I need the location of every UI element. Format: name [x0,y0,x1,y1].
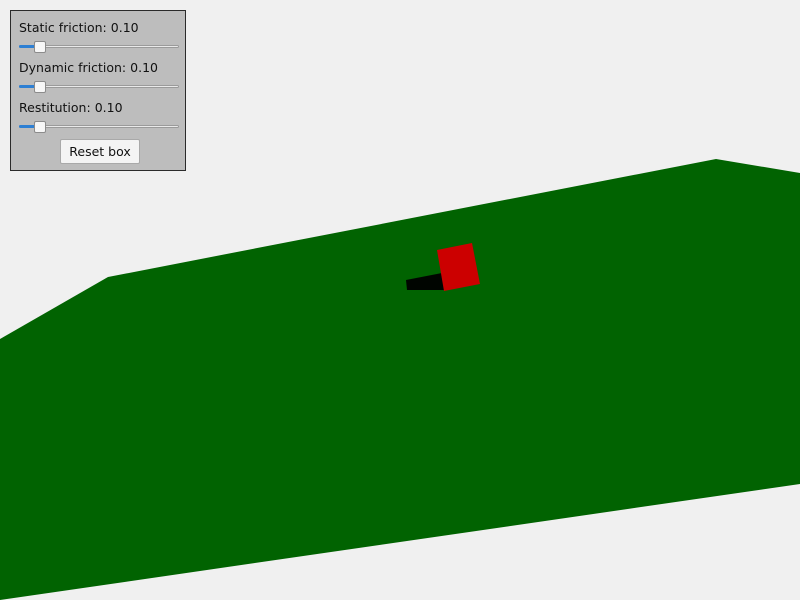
slider-thumb[interactable] [33,81,46,93]
slider-thumb[interactable] [33,41,46,53]
slider-thumb[interactable] [33,121,46,133]
dynamic-friction-label: Dynamic friction: 0.10 [19,61,158,75]
restitution-slider[interactable] [19,121,179,133]
static-friction-slider[interactable] [19,41,179,53]
static-friction-label-text: Static friction: [19,20,107,35]
dynamic-friction-label-text: Dynamic friction: [19,60,127,75]
restitution-value: 0.10 [94,100,123,115]
ground-plane [0,159,800,600]
physics-controls-panel: Static friction: 0.10 Dynamic friction: 0.… [10,10,186,171]
restitution-label: Restitution: 0.10 [19,101,123,115]
static-friction-label: Static friction: 0.10 [19,21,139,35]
reset-box-button[interactable]: Reset box [60,139,140,164]
dynamic-friction-value: 0.10 [130,60,158,75]
dynamic-friction-slider[interactable] [19,81,179,93]
static-friction-value: 0.10 [110,20,139,35]
restitution-label-text: Restitution: [19,100,91,115]
